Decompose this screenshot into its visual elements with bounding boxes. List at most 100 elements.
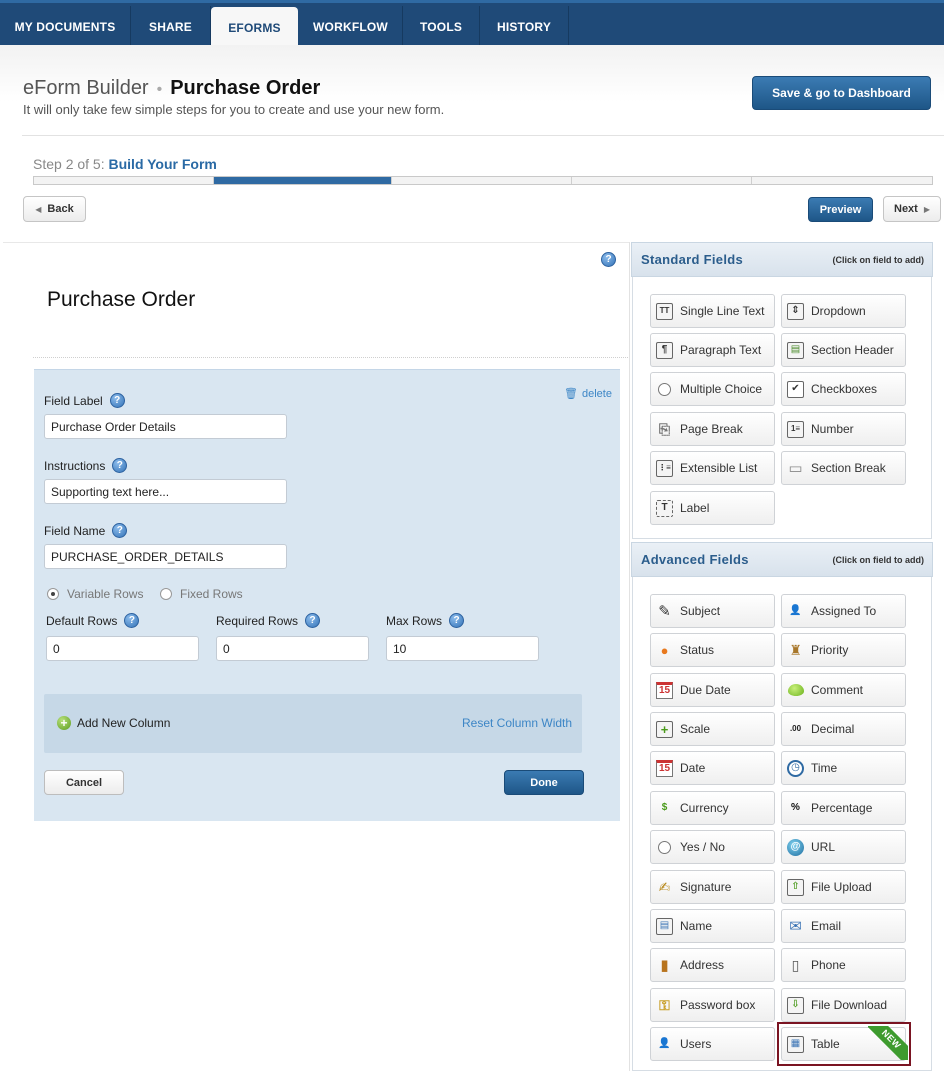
field-name-label: Field Name ? [44, 523, 128, 538]
form-title[interactable]: Purchase Order [47, 288, 195, 312]
field-name[interactable]: ▤ Name [650, 909, 775, 943]
field-percentage[interactable]: % Percentage [781, 791, 906, 825]
field-signature[interactable]: ✍ Signature [650, 870, 775, 904]
preview-button[interactable]: Preview [808, 197, 873, 222]
reset-column-width-link[interactable]: Reset Column Width [462, 716, 572, 730]
new-badge-label: NEW [868, 1026, 908, 1060]
chevron-right-icon: ▶ [923, 204, 930, 214]
field-checkboxes[interactable]: ✔ Checkboxes [781, 372, 906, 406]
fixed-rows-label: Fixed Rows [180, 587, 243, 601]
field-decimal[interactable]: .00 Decimal [781, 712, 906, 746]
field-label: Signature [680, 880, 732, 894]
field-extensible-list[interactable]: ⋮≡ Extensible List [650, 451, 775, 485]
next-label: Next [894, 203, 918, 215]
field-section-header[interactable]: ▤ Section Header [781, 333, 906, 367]
field-label-input[interactable]: Purchase Order Details [44, 414, 287, 439]
save-dashboard-button[interactable]: Save & go to Dashboard [752, 76, 931, 110]
tab-eforms[interactable]: EFORMS [211, 7, 298, 48]
tab-tools[interactable]: TOOLS [403, 6, 480, 48]
field-date[interactable]: 15 Date [650, 751, 775, 785]
field-label: Section Header [811, 343, 894, 357]
tab-share[interactable]: SHARE [131, 6, 211, 48]
help-icon[interactable]: ? [449, 613, 465, 628]
field-number[interactable]: 1≡ Number [781, 412, 906, 446]
radio-selected-icon[interactable] [47, 588, 59, 600]
default-rows-input[interactable]: 0 [46, 636, 199, 661]
field-label: Email [811, 919, 842, 933]
single-line-text-icon: TT [656, 302, 673, 320]
step-segment-2 [214, 177, 392, 184]
standard-fields-title: Standard Fields [641, 252, 744, 267]
field-label: Time [811, 761, 838, 775]
step-current: Build Your Form [108, 156, 217, 172]
field-subject[interactable]: ✎ Subject [650, 594, 775, 628]
percent-icon: % [791, 802, 800, 813]
field-single-line-text[interactable]: TT Single Line Text [650, 294, 775, 328]
field-status[interactable]: ● Status [650, 633, 775, 667]
instructions-input[interactable]: Supporting text here... [44, 479, 287, 504]
field-file-download[interactable]: ⇩ File Download [781, 988, 906, 1022]
help-icon[interactable]: ? [112, 523, 128, 538]
variable-rows-option[interactable]: Variable Rows [47, 587, 143, 601]
fixed-rows-option[interactable]: Fixed Rows [160, 587, 243, 601]
field-comment[interactable]: Comment [781, 673, 906, 707]
field-users[interactable]: 👤 Users [650, 1027, 775, 1061]
address-book-icon: ▮ [660, 956, 669, 974]
field-label: File Upload [811, 880, 872, 894]
help-icon[interactable]: ? [601, 252, 616, 267]
tab-history[interactable]: HISTORY [480, 6, 569, 48]
field-priority[interactable]: ♜ Priority [781, 633, 906, 667]
step-segment-4 [572, 177, 752, 184]
done-button[interactable]: Done [504, 770, 584, 795]
field-due-date[interactable]: 15 Due Date [650, 673, 775, 707]
dropdown-icon: ⇕ [787, 302, 804, 320]
add-column-button[interactable]: + Add New Column [57, 716, 170, 730]
help-icon[interactable]: ? [305, 613, 321, 628]
delete-field-link[interactable]: 🗑 delete [564, 387, 612, 401]
required-rows-input[interactable]: 0 [216, 636, 369, 661]
field-label: Extensible List [680, 461, 758, 475]
field-page-break[interactable]: ⎘ Page Break [650, 412, 775, 446]
step-segment-5 [752, 177, 932, 184]
field-url[interactable]: @ URL [781, 830, 906, 864]
field-label: Percentage [811, 801, 873, 815]
field-label: URL [811, 840, 836, 854]
field-label-item[interactable]: T Label [650, 491, 775, 525]
field-address[interactable]: ▮ Address [650, 948, 775, 982]
id-card-icon: ▤ [656, 917, 673, 935]
cancel-button[interactable]: Cancel [44, 770, 124, 795]
back-button[interactable]: ◀ Back [23, 196, 86, 222]
field-password-box[interactable]: ⚿ Password box [650, 988, 775, 1022]
field-section-break[interactable]: ▭ Section Break [781, 451, 906, 485]
tab-my-documents[interactable]: MY DOCUMENTS [0, 6, 131, 48]
field-file-upload[interactable]: ⇧ File Upload [781, 870, 906, 904]
page-subtitle: It will only take few simple steps for y… [23, 102, 445, 117]
field-time[interactable]: ◷ Time [781, 751, 906, 785]
field-assigned-to[interactable]: 👤 Assigned To [781, 594, 906, 628]
paragraph-text-icon: ¶ [656, 341, 673, 359]
signature-icon: ✍ [658, 879, 671, 895]
field-yes-no[interactable]: Yes / No [650, 830, 775, 864]
field-label: Password box [680, 998, 756, 1012]
field-dropdown[interactable]: ⇕ Dropdown [781, 294, 906, 328]
instructions-text: Instructions [44, 458, 106, 473]
help-icon[interactable]: ? [124, 613, 140, 628]
next-button[interactable]: Next ▶ [883, 196, 941, 222]
help-icon[interactable]: ? [109, 393, 125, 408]
field-paragraph-text[interactable]: ¶ Paragraph Text [650, 333, 775, 367]
date-icon: 15 [656, 759, 673, 777]
radio-icon[interactable] [160, 588, 172, 600]
field-multiple-choice[interactable]: Multiple Choice [650, 372, 775, 406]
field-label: Phone [811, 958, 846, 972]
field-phone[interactable]: ▯ Phone [781, 948, 906, 982]
field-email[interactable]: ✉ Email [781, 909, 906, 943]
max-rows-label: Max Rows ? [386, 613, 465, 628]
tab-workflow[interactable]: WORKFLOW [299, 6, 403, 48]
field-label: Label [680, 501, 710, 515]
field-scale[interactable]: + Scale [650, 712, 775, 746]
field-name-input[interactable]: PURCHASE_ORDER_DETAILS [44, 544, 287, 569]
add-column-label: Add New Column [77, 716, 171, 730]
max-rows-input[interactable]: 10 [386, 636, 539, 661]
field-currency[interactable]: $ Currency [650, 791, 775, 825]
help-icon[interactable]: ? [112, 458, 128, 473]
